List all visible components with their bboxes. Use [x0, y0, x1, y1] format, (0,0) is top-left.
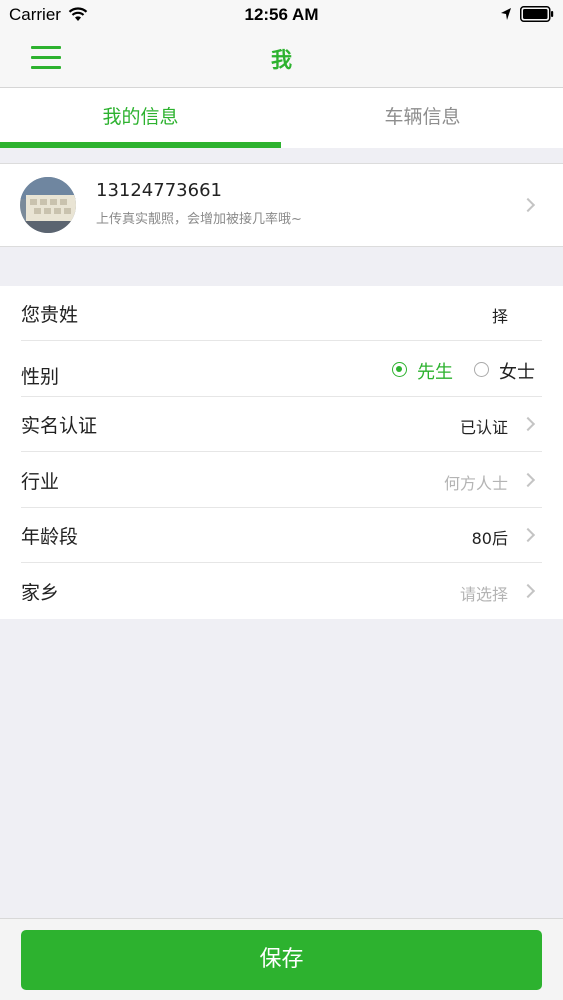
profile-row[interactable]: 13124773661 上传真实靓照，会增加被接几率哦~ [0, 163, 563, 247]
radio-unchecked-icon [474, 362, 489, 377]
page-title: 我 [271, 48, 292, 72]
avatar[interactable] [20, 177, 76, 233]
hometown-row[interactable]: 家乡 请选择 [0, 564, 563, 619]
battery-icon [520, 6, 554, 27]
bottom-toolbar: 保存 [0, 918, 563, 1000]
verification-label: 实名认证 [21, 415, 98, 437]
industry-row[interactable]: 行业 何方人士 [0, 453, 563, 508]
location-arrow-icon [500, 7, 512, 26]
industry-placeholder: 何方人士 [443, 474, 508, 493]
age-group-label: 年龄段 [21, 526, 79, 548]
gender-row: 性别 先生 女士 [0, 342, 563, 397]
surname-label: 您贵姓 [21, 304, 79, 326]
clock-time: 12:56 AM [244, 5, 319, 24]
active-tab-indicator [0, 142, 281, 148]
navigation-bar: 我 [0, 30, 563, 88]
tab-vehicle-info[interactable]: 车辆信息 [282, 88, 563, 148]
verification-row[interactable]: 实名认证 已认证 [0, 397, 563, 452]
verification-status: 已认证 [459, 418, 508, 437]
save-button[interactable]: 保存 [21, 930, 542, 990]
avatar-hint: 上传真实靓照，会增加被接几率哦~ [96, 212, 302, 227]
phone-number: 13124773661 [96, 180, 222, 201]
chevron-right-icon [520, 527, 536, 543]
gender-option-mr-label: 先生 [417, 362, 453, 383]
hometown-label: 家乡 [21, 582, 60, 604]
personal-info-form: 您贵姓 择 性别 先生 女士 实名认证 已认证 行业 何方人士 年龄段 80后 … [0, 286, 563, 619]
radio-checked-icon [392, 362, 407, 377]
status-bar: Carrier 12:56 AM [0, 0, 563, 30]
tab-my-info[interactable]: 我的信息 [0, 88, 281, 148]
segment-tabs: 我的信息 车辆信息 [0, 88, 563, 148]
age-group-row[interactable]: 年龄段 80后 [0, 508, 563, 563]
surname-row[interactable]: 您贵姓 择 [0, 286, 563, 341]
chevron-right-icon [520, 197, 536, 213]
surname-value[interactable]: 择 [492, 303, 508, 327]
gender-label: 性别 [21, 366, 60, 388]
hometown-placeholder: 请选择 [459, 585, 508, 604]
age-group-value: 80后 [471, 529, 508, 548]
gender-option-ms-label: 女士 [499, 362, 535, 383]
industry-label: 行业 [21, 471, 60, 493]
chevron-right-icon [520, 472, 536, 488]
chevron-right-icon [520, 583, 536, 599]
chevron-right-icon [520, 416, 536, 432]
